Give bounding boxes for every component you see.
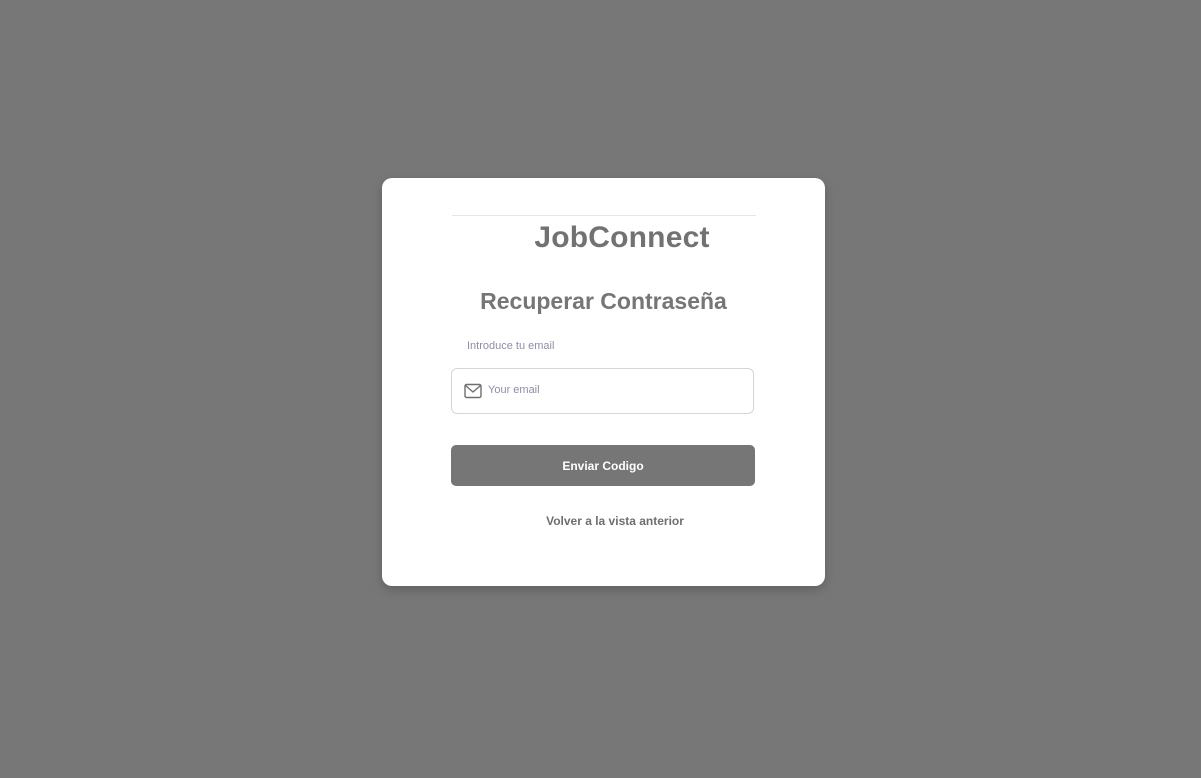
email-field-label: Introduce tu email — [467, 340, 555, 352]
send-code-button[interactable]: Enviar Codigo — [451, 445, 755, 486]
email-field[interactable] — [451, 368, 754, 414]
brand-logo-text: JobConnect — [534, 221, 710, 254]
page-title: Recuperar Contraseña — [480, 288, 727, 314]
email-input[interactable] — [488, 377, 738, 403]
header-divider — [452, 215, 756, 216]
back-link[interactable]: Volver a la vista anterior — [382, 513, 848, 529]
mail-icon — [464, 383, 482, 399]
password-recovery-card: JobConnect Recuperar Contraseña Introduc… — [382, 178, 825, 586]
